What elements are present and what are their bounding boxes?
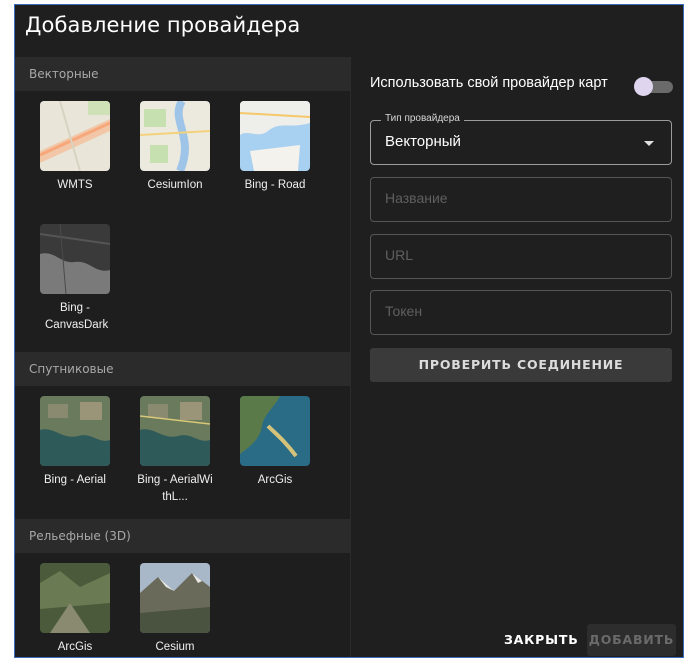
- provider-tile-bing-road[interactable]: Bing - Road: [229, 101, 321, 194]
- tile-label: Cesium: [155, 641, 195, 653]
- name-field[interactable]: Название: [370, 177, 672, 222]
- bing-aerial-labels-thumbnail: [140, 396, 210, 466]
- custom-provider-toggle-label: Использовать свой провайдер карт: [370, 75, 608, 91]
- tile-label: ArcGis: [57, 641, 93, 653]
- arcgis-satellite-thumbnail: [240, 396, 310, 466]
- section-header-relief: Рельефные (3D): [15, 519, 350, 553]
- wmts-map-thumbnail: [40, 101, 110, 171]
- dropdown-arrow-icon[interactable]: [644, 141, 654, 146]
- provider-tile-bing-aerial-with-labels[interactable]: Bing - AerialWithL...: [129, 396, 221, 506]
- provider-type-label: Тип провайдера: [381, 113, 464, 124]
- tile-label: CesiumIon: [147, 179, 203, 191]
- check-connection-button[interactable]: ПРОВЕРИТЬ СОЕДИНЕНИЕ: [370, 348, 672, 382]
- token-field[interactable]: Токен: [370, 290, 672, 335]
- section-header-vector: Векторные: [15, 57, 350, 91]
- name-placeholder: Название: [385, 190, 448, 206]
- provider-type-value: Векторный: [385, 133, 461, 150]
- url-placeholder: URL: [385, 247, 414, 263]
- url-field[interactable]: URL: [370, 234, 672, 279]
- custom-provider-toggle-row[interactable]: Использовать свой провайдер карт: [370, 75, 673, 97]
- tile-label: Bing - Aerial: [43, 474, 106, 486]
- provider-tile-arcgis-terrain[interactable]: ArcGis: [29, 563, 121, 656]
- provider-form: Использовать свой провайдер карт Тип про…: [350, 57, 683, 657]
- custom-provider-toggle[interactable]: [634, 77, 653, 96]
- provider-tile-cesium-terrain[interactable]: Cesium: [129, 563, 221, 656]
- provider-tile-bing-canvasdark[interactable]: Bing - CanvasDark: [29, 224, 121, 334]
- add-button[interactable]: ДОБАВИТЬ: [587, 624, 676, 656]
- dialog-title: Добавление провайдера: [25, 13, 301, 37]
- add-provider-dialog: Добавление провайдера Векторные WMTS Ces…: [14, 4, 684, 658]
- provider-tile-bing-aerial[interactable]: Bing - Aerial: [29, 396, 121, 489]
- bing-canvasdark-map-thumbnail: [40, 224, 110, 294]
- cesium-terrain-thumbnail: [140, 563, 210, 633]
- provider-tile-cesiumion[interactable]: CesiumIon: [129, 101, 221, 194]
- bing-aerial-thumbnail: [40, 396, 110, 466]
- provider-tile-arcgis-satellite[interactable]: ArcGis: [229, 396, 321, 489]
- tile-label: Bing - CanvasDark: [45, 302, 109, 331]
- section-header-satellite: Спутниковые: [15, 352, 350, 386]
- arcgis-terrain-thumbnail: [40, 563, 110, 633]
- tile-label: Bing - AerialWithL...: [137, 474, 213, 503]
- token-placeholder: Токен: [385, 303, 423, 319]
- close-button[interactable]: ЗАКРЫТЬ: [504, 624, 578, 656]
- provider-gallery[interactable]: Векторные WMTS CesiumIon Bing - Road Bin…: [15, 57, 350, 657]
- tile-label: WMTS: [57, 179, 93, 191]
- tile-label: Bing - Road: [244, 179, 306, 191]
- cesiumion-map-thumbnail: [140, 101, 210, 171]
- provider-type-select[interactable]: Тип провайдера Векторный: [370, 113, 672, 165]
- tile-label: ArcGis: [257, 474, 293, 486]
- provider-tile-wmts[interactable]: WMTS: [29, 101, 121, 194]
- bing-road-map-thumbnail: [240, 101, 310, 171]
